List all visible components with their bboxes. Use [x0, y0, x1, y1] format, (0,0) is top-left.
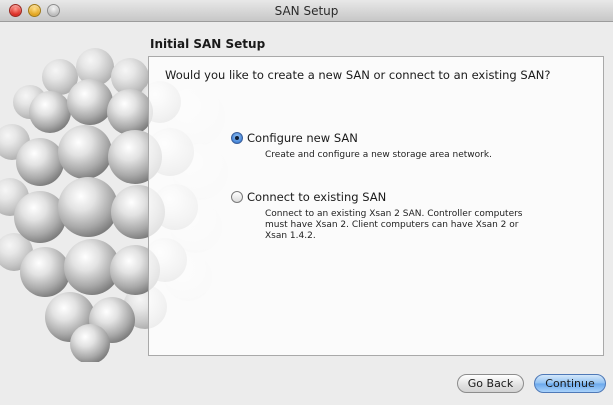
- page-title: Initial SAN Setup: [150, 37, 266, 51]
- option-label[interactable]: Connect to existing SAN: [247, 190, 386, 204]
- go-back-button[interactable]: Go Back: [457, 374, 524, 393]
- setup-window: SAN Setup Initial SAN Setup Would you li…: [0, 0, 613, 405]
- option-description: Connect to an existing Xsan 2 SAN. Contr…: [265, 209, 523, 241]
- title-bar[interactable]: SAN Setup: [0, 0, 613, 22]
- continue-button[interactable]: Continue: [534, 374, 606, 393]
- option-label[interactable]: Configure new SAN: [247, 131, 358, 145]
- window-title: SAN Setup: [274, 4, 339, 18]
- option-description: Create and configure a new storage area …: [265, 150, 492, 160]
- content-panel: Would you like to create a new SAN or co…: [148, 56, 604, 356]
- setup-question: Would you like to create a new SAN or co…: [165, 68, 551, 82]
- radio-configure-new-san[interactable]: [231, 132, 243, 144]
- radio-connect-existing-san[interactable]: [231, 191, 243, 203]
